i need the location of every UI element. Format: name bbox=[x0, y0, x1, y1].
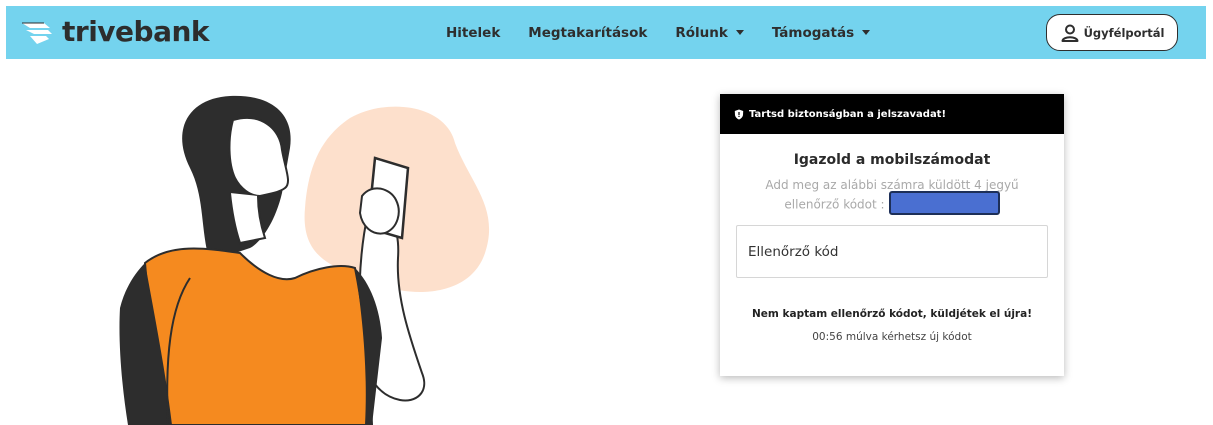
woman-holding-phone-illustration bbox=[119, 95, 490, 425]
nav-item-tamogatas[interactable]: Támogatás bbox=[772, 25, 871, 41]
resend-timer: 00:56 múlva kérhetsz új kódot bbox=[812, 331, 972, 343]
trivebank-logo-icon bbox=[22, 22, 52, 44]
top-navbar: trivebank Hitelek Megtakarítások Rólunk … bbox=[6, 6, 1206, 59]
brand-name: trivebank bbox=[62, 15, 210, 48]
nav-item-rolunk[interactable]: Rólunk bbox=[675, 25, 744, 41]
card-description: Add meg az alábbi számra küldött 4 jegyű… bbox=[747, 176, 1037, 215]
nav-item-megtakaritasok[interactable]: Megtakarítások bbox=[528, 25, 647, 41]
resend-code-link[interactable]: Nem kaptam ellenőrző kódot, küldjétek el… bbox=[720, 308, 1064, 320]
verification-card: Tartsd biztonságban a jelszavadat! Igazo… bbox=[720, 94, 1064, 376]
verification-code-input[interactable] bbox=[736, 225, 1048, 278]
nav-item-hitelek[interactable]: Hitelek bbox=[446, 25, 500, 41]
chevron-down-icon bbox=[735, 30, 744, 35]
card-title: Igazold a mobilszámodat bbox=[793, 152, 991, 168]
main-nav: Hitelek Megtakarítások Rólunk Támogatás bbox=[446, 6, 898, 59]
customer-portal-button[interactable]: Ügyfélportál bbox=[1046, 14, 1178, 51]
brand-logo[interactable]: trivebank bbox=[20, 15, 210, 49]
masked-phone-number bbox=[888, 191, 1000, 215]
shield-icon bbox=[734, 109, 744, 119]
chevron-down-icon bbox=[862, 30, 871, 35]
orange-shirt bbox=[143, 247, 374, 425]
security-banner: Tartsd biztonságban a jelszavadat! bbox=[720, 94, 1064, 134]
user-icon bbox=[1061, 24, 1079, 42]
